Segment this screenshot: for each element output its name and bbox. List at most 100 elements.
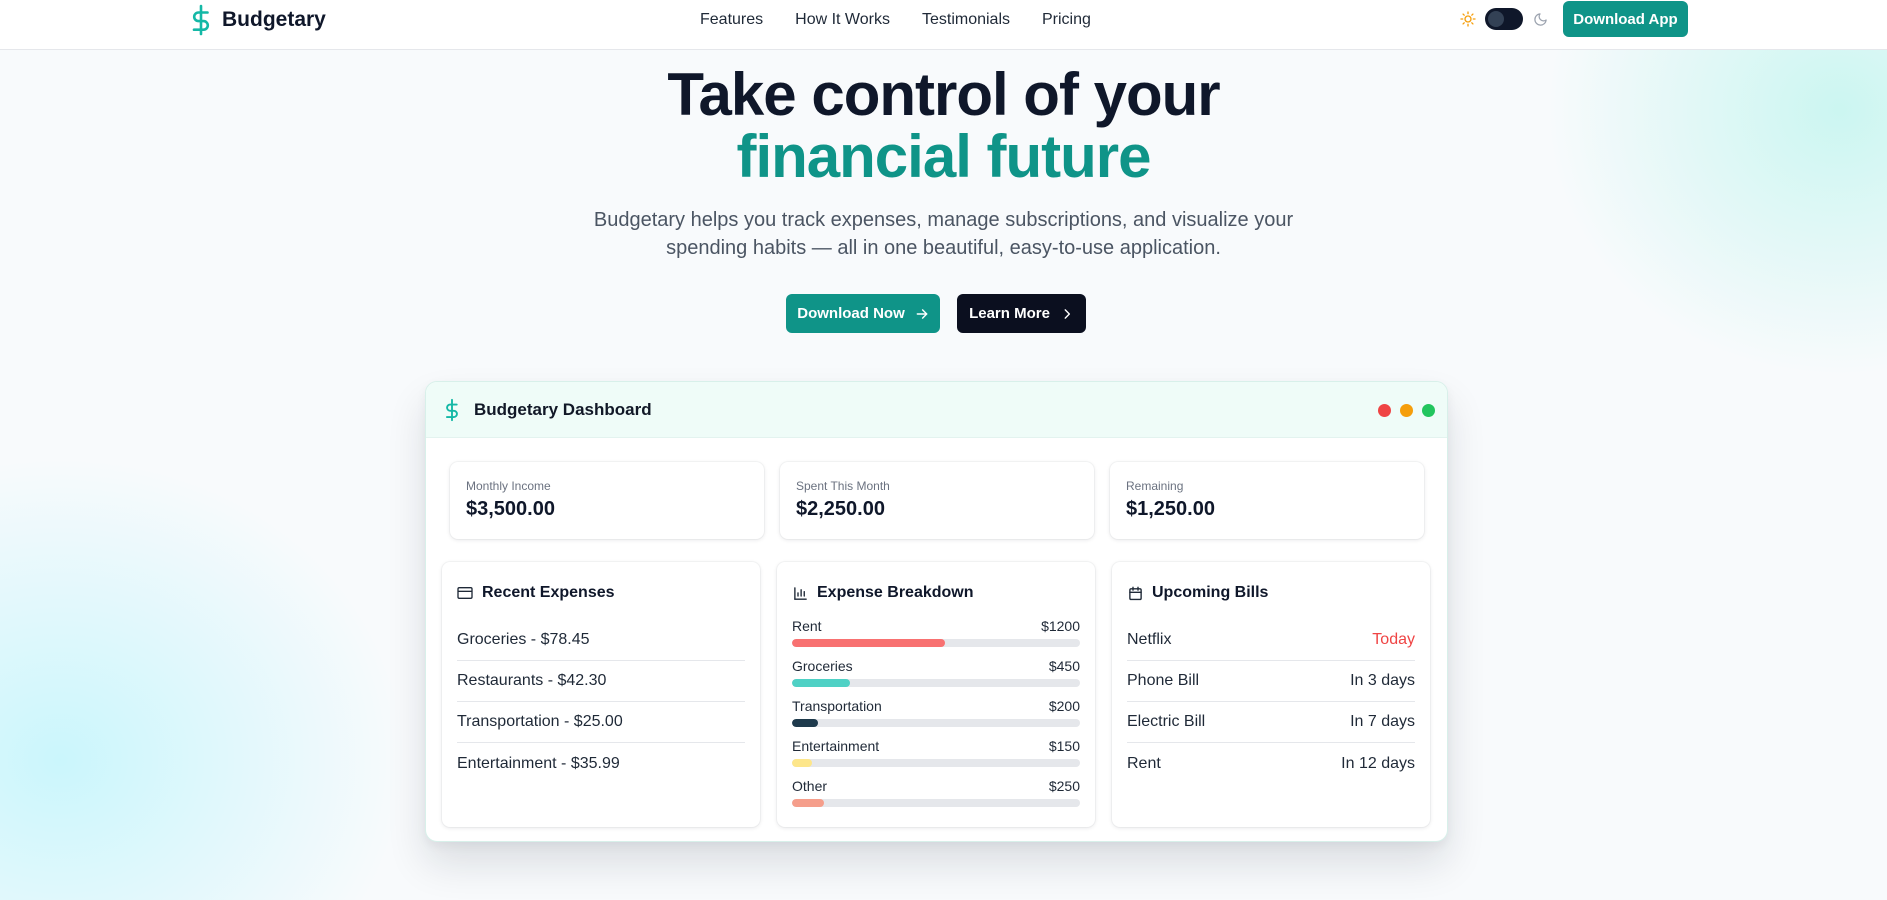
- hero-actions: Download Now Learn More: [786, 294, 1086, 333]
- breakdown-amount: $150: [1048, 738, 1080, 754]
- bill-name: Netflix: [1127, 631, 1172, 648]
- download-now-label: Download Now: [797, 305, 905, 322]
- recent-expenses-list: Groceries - $78.45 Restaurants - $42.30 …: [457, 620, 745, 784]
- download-app-button[interactable]: Download App: [1563, 1, 1688, 37]
- list-item[interactable]: Netflix Today: [1127, 620, 1415, 661]
- learn-more-button[interactable]: Learn More: [957, 294, 1086, 333]
- stat-label: Monthly Income: [466, 479, 551, 493]
- list-item[interactable]: Phone Bill In 3 days: [1127, 661, 1415, 702]
- dollar-icon: [444, 398, 462, 422]
- stat-card-remaining: Remaining $1,250.00: [1110, 462, 1424, 539]
- panel-header: Expense Breakdown: [792, 582, 1080, 604]
- panel-header: Upcoming Bills: [1127, 582, 1415, 604]
- breakdown-label: Other: [792, 778, 828, 794]
- progress-fill: [792, 639, 945, 647]
- navbar: Budgetary Features How It Works Testimon…: [0, 0, 1887, 50]
- nav-link-testimonials[interactable]: Testimonials: [922, 9, 1010, 31]
- dark-mode-switch[interactable]: [1485, 8, 1523, 30]
- progress-track: [792, 799, 1080, 807]
- bill-name: Rent: [1127, 754, 1161, 772]
- hero-subtitle: Budgetary helps you track expenses, mana…: [593, 209, 1294, 259]
- breakdown-row: Transportation $200: [792, 698, 1080, 738]
- bar-chart-icon: [792, 585, 808, 601]
- list-item[interactable]: Electric Bill In 7 days: [1127, 702, 1415, 743]
- breakdown-label: Entertainment: [792, 738, 880, 754]
- window-dot-minimize[interactable]: [1400, 404, 1413, 417]
- switch-knob: [1488, 11, 1504, 27]
- breakdown-row: Entertainment $150: [792, 738, 1080, 778]
- breakdown-amount: $1200: [1041, 618, 1080, 634]
- bill-due: Today: [1372, 631, 1415, 648]
- progress-track: [792, 679, 1080, 687]
- stat-label: Spent This Month: [796, 479, 890, 493]
- bill-name: Phone Bill: [1127, 672, 1200, 689]
- bill-name: Electric Bill: [1127, 713, 1206, 730]
- progress-fill: [792, 759, 813, 767]
- breakdown-row: Rent $1200: [792, 618, 1080, 658]
- upcoming-bills-list: Netflix Today Phone Bill In 3 days Elect…: [1127, 620, 1415, 784]
- progress-fill: [792, 799, 824, 807]
- bill-due: In 3 days: [1350, 672, 1415, 689]
- breakdown-amount: $200: [1048, 698, 1080, 714]
- bill-due: In 7 days: [1350, 713, 1415, 730]
- list-item[interactable]: Rent In 12 days: [1127, 743, 1415, 784]
- credit-card-icon: [457, 585, 473, 601]
- breakdown-list: Rent $1200 Groceries $450 Transportation $2…: [792, 618, 1080, 818]
- dollar-icon: [190, 3, 212, 37]
- expense-text: Restaurants - $42.30: [457, 672, 607, 689]
- arrow-right-icon: [916, 308, 928, 319]
- breakdown-row: Other $250: [792, 778, 1080, 818]
- chevron-right-icon: [1064, 308, 1070, 319]
- stat-card-income: Monthly Income $3,500.00: [450, 462, 764, 539]
- breakdown-label: Rent: [792, 618, 822, 634]
- upcoming-bills-panel: Upcoming Bills Netflix Today Phone Bill …: [1112, 562, 1430, 827]
- dashboard-preview: Budgetary Dashboard Monthly Income $3,50…: [425, 381, 1448, 842]
- expense-text: Groceries - $78.45: [457, 631, 590, 648]
- breakdown-amount: $450: [1048, 658, 1080, 674]
- stat-value: $2,250.00: [796, 498, 885, 520]
- stat-value: $3,500.00: [466, 498, 555, 520]
- window-dot-close[interactable]: [1378, 404, 1391, 417]
- progress-track: [792, 639, 1080, 647]
- window-dot-maximize[interactable]: [1422, 404, 1435, 417]
- breakdown-amount: $250: [1048, 778, 1080, 794]
- sun-icon: [1459, 10, 1477, 28]
- panel-title: Recent Expenses: [482, 584, 615, 601]
- nav-link-how-it-works[interactable]: How It Works: [795, 9, 890, 31]
- list-item[interactable]: Restaurants - $42.30: [457, 661, 745, 702]
- nav-link-pricing[interactable]: Pricing: [1042, 9, 1091, 31]
- dashboard-title: Budgetary Dashboard: [474, 399, 652, 419]
- hero-title-line1: Take control of your: [667, 61, 1220, 128]
- bill-due: In 12 days: [1341, 754, 1415, 772]
- progress-track: [792, 759, 1080, 767]
- hero-title-line2: financial future: [736, 123, 1151, 190]
- breakdown-label: Transportation: [792, 698, 882, 714]
- breakdown-row: Groceries $450: [792, 658, 1080, 698]
- nav-link-features[interactable]: Features: [700, 9, 763, 31]
- moon-icon: [1531, 10, 1549, 28]
- progress-track: [792, 719, 1080, 727]
- progress-fill: [792, 719, 818, 727]
- brand-name: Budgetary: [222, 8, 326, 31]
- breakdown-label: Groceries: [792, 658, 853, 674]
- expense-text: Transportation - $25.00: [457, 713, 623, 730]
- dashboard-header: Budgetary Dashboard: [426, 382, 1447, 438]
- learn-more-label: Learn More: [969, 305, 1050, 322]
- panel-title: Expense Breakdown: [817, 584, 974, 601]
- panel-title: Upcoming Bills: [1152, 584, 1269, 601]
- stat-card-spent: Spent This Month $2,250.00: [780, 462, 1094, 539]
- download-now-button[interactable]: Download Now: [786, 294, 940, 333]
- list-item[interactable]: Groceries - $78.45: [457, 620, 745, 661]
- window-controls: [1378, 404, 1435, 417]
- theme-toggle: [1459, 6, 1549, 32]
- hero-title: Take control of your financial future: [0, 64, 1887, 188]
- progress-fill: [792, 679, 850, 687]
- recent-expenses-panel: Recent Expenses Groceries - $78.45 Resta…: [442, 562, 760, 827]
- list-item[interactable]: Entertainment - $35.99: [457, 743, 745, 784]
- nav-links: Features How It Works Testimonials Prici…: [700, 9, 1123, 31]
- panel-header: Recent Expenses: [457, 582, 745, 604]
- list-item[interactable]: Transportation - $25.00: [457, 702, 745, 743]
- brand[interactable]: Budgetary: [190, 3, 326, 37]
- calendar-icon: [1127, 585, 1143, 601]
- expense-breakdown-panel: Expense Breakdown Rent $1200 Groceries $45…: [777, 562, 1095, 827]
